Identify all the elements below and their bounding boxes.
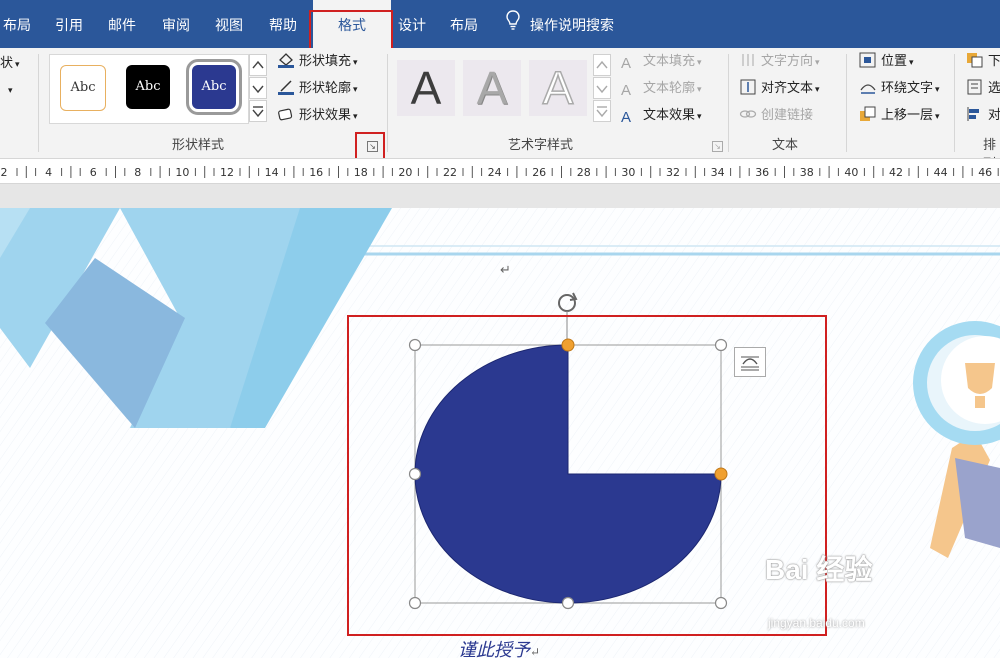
shape-effects-icon	[277, 106, 295, 122]
style-preset-black[interactable]: Abc	[126, 65, 170, 109]
ruler-number: 2	[1, 166, 8, 179]
style-preset-navy[interactable]: Abc	[186, 59, 242, 115]
align-text-button[interactable]: 对齐文本 ▾	[739, 79, 820, 99]
gallery-more[interactable]	[249, 100, 267, 122]
wordart-preset-3[interactable]: A	[529, 60, 587, 116]
tab-review[interactable]: 审阅	[152, 0, 200, 48]
text-effects-icon: A	[621, 109, 632, 126]
ruler-number: 24	[488, 166, 502, 179]
tab-mailings[interactable]: 邮件	[98, 0, 146, 48]
tab-design[interactable]: 设计	[392, 0, 432, 48]
ruler-number: 34	[711, 166, 725, 179]
text-fill-button[interactable]: A 文本填充 ▾	[621, 52, 702, 72]
align-text-icon	[739, 79, 757, 95]
ruler-number: 20	[398, 166, 412, 179]
tell-me-search[interactable]: 操作说明搜索	[506, 0, 614, 48]
highlight-dialog-launcher	[355, 132, 385, 160]
bring-forward-icon	[859, 106, 877, 122]
search-label: 操作说明搜索	[530, 18, 614, 34]
group-divider	[38, 54, 39, 152]
ribbon-tab-bar: 布局 引用 邮件 审阅 视图 帮助 格式 设计 布局 操作说明搜索	[0, 0, 1000, 48]
pen-outline-icon	[277, 79, 295, 95]
selection-pane-icon	[966, 79, 984, 95]
gallery-scroll-up[interactable]	[249, 54, 267, 76]
shape-fill-button[interactable]: 形状填充 ▾	[277, 52, 358, 72]
link-icon	[739, 106, 757, 122]
wordart-preset-2[interactable]: A	[463, 60, 521, 116]
highlight-shape	[347, 315, 827, 636]
text-direction-icon	[739, 52, 757, 68]
text-group-label: 文本	[772, 138, 799, 153]
shape-outline-button[interactable]: 形状轮廓 ▾	[277, 79, 358, 99]
tab-layout-2[interactable]: 布局	[440, 0, 488, 48]
tab-view[interactable]: 视图	[205, 0, 253, 48]
align-objects-icon	[966, 106, 984, 122]
document-canvas[interactable]: ↵ 谨此授予↵	[0, 208, 1000, 658]
ruler-number: 8	[134, 166, 141, 179]
wordart-dialog-launcher[interactable]: ↘	[712, 141, 723, 152]
ruler-number: 12	[220, 166, 234, 179]
send-backward-button-partial[interactable]: 下	[966, 52, 1000, 72]
wordart-more[interactable]	[593, 100, 611, 122]
horizontal-ruler[interactable]: 2 4 6 8 10 12 14 16 18 20 22 24 26 28 30 32 34 36 38 40 42 44…	[0, 158, 1000, 184]
send-backward-icon	[966, 52, 984, 68]
text-fill-icon: A	[621, 55, 632, 72]
ruler-number: 38	[800, 166, 814, 179]
group-divider	[387, 54, 388, 152]
partial-left-dropdown[interactable]: ▾	[6, 80, 13, 100]
ruler-number: 6	[90, 166, 97, 179]
ruler-number: 22	[443, 166, 457, 179]
ruler-number: 16	[309, 166, 323, 179]
bring-forward-button[interactable]: 上移一层 ▾	[859, 106, 940, 126]
page-gap	[0, 184, 1000, 208]
partial-left-command[interactable]: 状 ▾	[0, 54, 20, 74]
shape-style-gallery: Abc Abc Abc	[49, 54, 249, 124]
style-preset-white[interactable]: Abc	[60, 65, 106, 111]
shape-styles-group-label: 形状样式	[172, 138, 225, 153]
wordart-scroll-up[interactable]	[593, 54, 611, 76]
tab-help[interactable]: 帮助	[258, 0, 308, 48]
ruler-number: 30	[621, 166, 635, 179]
paragraph-mark: ↵	[500, 263, 511, 278]
ruler-number: 36	[755, 166, 769, 179]
baidu-watermark-url: jingyan.baidu.com	[768, 616, 865, 630]
position-button[interactable]: 位置 ▾	[859, 52, 914, 72]
group-divider	[728, 54, 729, 152]
selection-pane-button-partial[interactable]: 选	[966, 79, 1000, 99]
ruler-number: 18	[354, 166, 368, 179]
text-outline-button[interactable]: A 文本轮廓 ▾	[621, 79, 702, 99]
shape-effects-button[interactable]: 形状效果 ▾	[277, 106, 358, 126]
ruler-number: 42	[889, 166, 903, 179]
ruler-number: 40	[844, 166, 858, 179]
ruler-number: 26	[532, 166, 546, 179]
ribbon: 状 ▾ ▾ Abc Abc Abc 形状填充 ▾ 形状轮廓 ▾ 形状效果 ▾ 形状样式 …	[0, 48, 1000, 172]
ruler-number: 28	[577, 166, 591, 179]
paint-bucket-icon	[277, 52, 295, 68]
position-icon	[859, 52, 877, 68]
create-link-button[interactable]: 创建链接	[739, 106, 813, 126]
group-divider	[846, 54, 847, 152]
ruler-number: 14	[265, 166, 279, 179]
ruler-number: 46	[978, 166, 992, 179]
ruler-number: 10	[175, 166, 189, 179]
text-effects-button[interactable]: A 文本效果 ▾	[621, 106, 702, 126]
wrap-text-button[interactable]: 环绕文字 ▾	[859, 79, 940, 99]
tab-references[interactable]: 引用	[45, 0, 93, 48]
ruler-number: 4	[45, 166, 52, 179]
wordart-scroll-down[interactable]	[593, 77, 611, 99]
wordart-preset-1[interactable]: A	[397, 60, 455, 116]
certificate-text: 谨此授予↵	[458, 640, 541, 658]
gallery-scroll-down[interactable]	[249, 77, 267, 99]
text-outline-icon: A	[621, 82, 632, 99]
baidu-watermark: Bai 经验	[765, 554, 873, 585]
ruler-number: 44	[934, 166, 948, 179]
wordart-group-label: 艺术字样式	[508, 138, 574, 153]
tab-layout[interactable]: 布局	[0, 0, 34, 48]
lightbulb-icon	[506, 0, 520, 52]
group-divider	[954, 54, 955, 152]
wrap-text-icon	[859, 79, 877, 95]
align-objects-button-partial[interactable]: 对	[966, 106, 1000, 126]
ruler-number: 32	[666, 166, 680, 179]
text-direction-button[interactable]: 文字方向 ▾	[739, 52, 820, 72]
